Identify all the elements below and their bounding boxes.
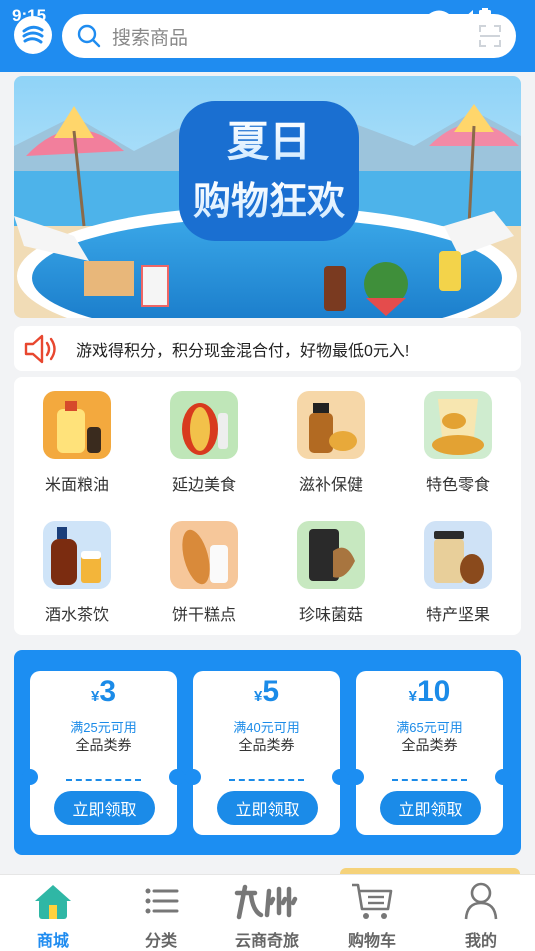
nav-item-mall[interactable]: 商城 — [8, 881, 98, 951]
category-label: 滋补保健 — [298, 477, 363, 494]
home-icon — [35, 885, 71, 919]
promo-banner[interactable]: 夏日 购物狂欢 — [14, 76, 521, 318]
nav-label: 购物车 — [347, 933, 396, 950]
jiuzhou-icon — [234, 884, 298, 920]
snack-icon — [424, 391, 492, 459]
category-label: 珍味菌菇 — [298, 607, 363, 624]
category-item-snacks[interactable]: 特色零食 — [403, 391, 513, 511]
category-grid: 米面粮油 延边美食 滋补保健 特色零食 酒水茶饮 饼干糕点 珍味菌菇 特产坚果 — [14, 377, 521, 635]
coupon-notch — [169, 769, 185, 785]
category-item-biscuits[interactable]: 饼干糕点 — [149, 521, 259, 641]
category-item-drinks[interactable]: 酒水茶饮 — [22, 521, 132, 641]
cart-icon — [352, 883, 393, 919]
search-bar[interactable]: 搜索商品 — [62, 14, 516, 58]
coupon-card: ¥10 满65元可用 全品类券 立即领取 — [348, 671, 511, 835]
category-item-grain-oil[interactable]: 米面粮油 — [22, 391, 132, 511]
coupon-notch — [495, 769, 511, 785]
nav-item-cart[interactable]: 购物车 — [327, 881, 417, 951]
coupon-card: ¥3 满25元可用 全品类券 立即领取 — [22, 671, 185, 835]
bread-icon — [170, 521, 238, 589]
category-item-yanbian-food[interactable]: 延边美食 — [149, 391, 259, 511]
coupon-condition: 满65元可用 — [396, 720, 463, 735]
banner-illustration: 夏日 购物狂欢 — [14, 76, 521, 318]
speaker-icon — [24, 334, 56, 363]
claim-button[interactable]: 立即领取 — [380, 791, 481, 825]
coupon-notch — [348, 769, 364, 785]
app-logo[interactable] — [14, 16, 52, 54]
header-bar: 9:15 搜索商品 — [0, 0, 535, 72]
coupon-amount: ¥5 — [253, 675, 280, 708]
coupon-type: 全品类券 — [238, 737, 295, 753]
coupon-section: ¥3 满25元可用 全品类券 立即领取 ¥5 满40元可用 全品类券 立即领取 … — [14, 650, 521, 855]
mushroom-icon — [297, 521, 365, 589]
banner-title-line2: 购物狂欢 — [193, 179, 345, 223]
nav-item-profile[interactable]: 我的 — [436, 881, 526, 951]
nav-label: 我的 — [464, 933, 497, 950]
category-item-nuts[interactable]: 特产坚果 — [403, 521, 513, 641]
list-icon — [145, 888, 179, 914]
nav-label: 商城 — [36, 933, 69, 950]
banner-title-line1: 夏日 — [227, 117, 311, 166]
category-label: 延边美食 — [171, 477, 236, 494]
category-item-mushrooms[interactable]: 珍味菌菇 — [276, 521, 386, 641]
notice-text: 游戏得积分，积分现金混合付，好物最低0元入! — [76, 342, 410, 360]
tonic-icon — [297, 391, 365, 459]
nav-label: 分类 — [144, 933, 177, 950]
coupon-divider — [229, 779, 304, 781]
coupon-notch — [22, 769, 38, 785]
coupon-type: 全品类券 — [401, 737, 458, 753]
category-label: 特色零食 — [425, 477, 490, 494]
scan-icon[interactable] — [478, 24, 502, 48]
coupon-amount: ¥3 — [90, 675, 117, 708]
notice-bar[interactable]: 游戏得积分，积分现金混合付，好物最低0元入! — [14, 326, 521, 371]
coupon-condition: 满40元可用 — [233, 720, 300, 735]
category-label: 米面粮油 — [44, 477, 109, 494]
category-label: 酒水茶饮 — [44, 607, 109, 624]
nav-label: 云商奇旅 — [234, 933, 299, 950]
claim-button[interactable]: 立即领取 — [217, 791, 318, 825]
nut-icon — [424, 521, 492, 589]
coupon-amount: ¥10 — [408, 675, 451, 708]
coupon-condition: 满25元可用 — [70, 720, 137, 735]
search-icon — [77, 24, 101, 48]
claim-button[interactable]: 立即领取 — [54, 791, 155, 825]
bottom-nav: 商城 分类 云商奇旅 购物车 我的 — [0, 874, 535, 951]
category-item-tonic[interactable]: 滋补保健 — [276, 391, 386, 511]
nav-item-cloud-journey[interactable]: 云商奇旅 — [222, 881, 312, 951]
coupon-divider — [66, 779, 141, 781]
nav-item-category[interactable]: 分类 — [116, 881, 206, 951]
kimchi-icon — [170, 391, 238, 459]
search-placeholder: 搜索商品 — [112, 27, 189, 49]
coupon-notch — [332, 769, 348, 785]
coupon-notch — [185, 769, 201, 785]
logo-icon — [22, 25, 44, 44]
category-label: 特产坚果 — [425, 607, 490, 624]
coupon-type: 全品类券 — [75, 737, 132, 753]
coupon-card: ¥5 满40元可用 全品类券 立即领取 — [185, 671, 348, 835]
coupon-divider — [392, 779, 467, 781]
oil-icon — [43, 391, 111, 459]
category-label: 饼干糕点 — [171, 607, 236, 624]
profile-icon — [464, 882, 498, 920]
drink-icon — [43, 521, 111, 589]
